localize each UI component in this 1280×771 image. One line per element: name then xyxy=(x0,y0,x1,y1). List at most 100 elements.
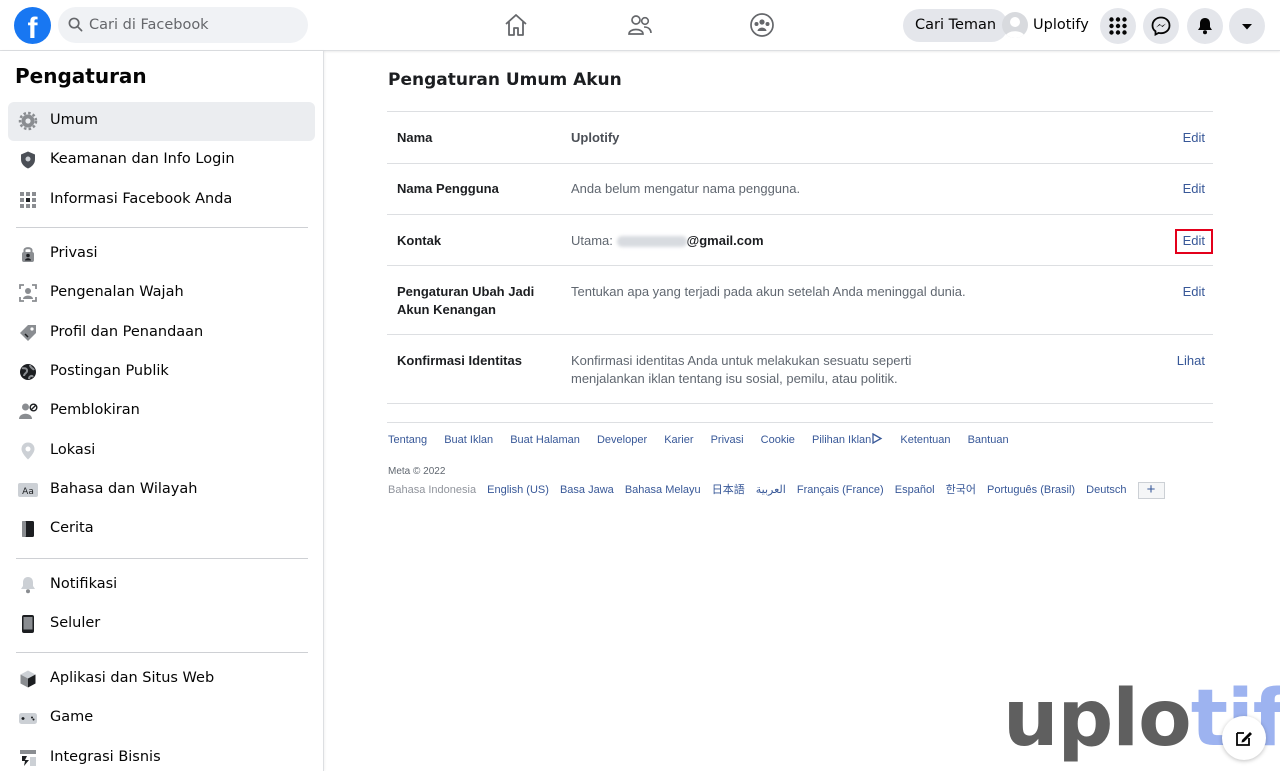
sidebar-item-integrasi-bisnis[interactable]: Integrasi Bisnis xyxy=(8,739,315,771)
sidebar-item-label: Pemblokiran xyxy=(50,402,140,418)
footer-link[interactable]: Cookie xyxy=(761,434,795,446)
settings-row-nama[interactable]: Nama Uplotify Edit xyxy=(387,112,1213,164)
sidebar-item-umum[interactable]: Umum xyxy=(8,102,315,141)
row-label: Nama Pengguna xyxy=(397,181,499,196)
sidebar-item-label: Pengenalan Wajah xyxy=(50,284,184,300)
block-user-icon xyxy=(19,403,38,419)
footer-link[interactable]: Pilihan Iklan xyxy=(812,434,871,446)
messenger-button[interactable] xyxy=(1143,8,1179,44)
sidebar-item-label: Cerita xyxy=(50,520,94,536)
avatar xyxy=(1002,12,1028,38)
language-link[interactable]: Español xyxy=(895,484,935,496)
language-link[interactable]: العربية xyxy=(756,484,786,496)
settings-row-kontak[interactable]: Kontak Utama: @gmail.com Edit xyxy=(387,215,1213,266)
language-link[interactable]: Basa Jawa xyxy=(560,484,614,496)
footer: Tentang Buat Iklan Buat Halaman Develope… xyxy=(387,422,1213,499)
footer-link[interactable]: Buat Halaman xyxy=(510,434,580,446)
sidebar-item-lokasi[interactable]: Lokasi xyxy=(8,432,315,471)
settings-row-nama-pengguna[interactable]: Nama Pengguna Anda belum mengatur nama p… xyxy=(387,164,1213,215)
language-link[interactable]: Português (Brasil) xyxy=(987,484,1075,496)
caret-down-icon xyxy=(1242,24,1252,30)
row-label: Konfirmasi Identitas xyxy=(397,353,522,368)
language-link[interactable]: Deutsch xyxy=(1086,484,1126,496)
footer-link[interactable]: Developer xyxy=(597,434,647,446)
home-icon[interactable] xyxy=(503,12,529,38)
copyright: Meta © 2022 xyxy=(388,466,446,477)
search-input[interactable]: Cari di Facebook xyxy=(58,7,308,43)
account-menu-button[interactable] xyxy=(1229,8,1265,44)
sidebar-item-cerita[interactable]: Cerita xyxy=(8,510,315,549)
sidebar-item-bahasa[interactable]: Aa Bahasa dan Wilayah xyxy=(8,471,315,510)
edit-memorialization-link[interactable]: Edit xyxy=(1183,283,1205,301)
settings-row-konfirmasi-identitas[interactable]: Konfirmasi Identitas Konfirmasi identita… xyxy=(387,335,1213,404)
top-bar: f Cari di Facebook Cari Teman Uplotify xyxy=(0,0,1280,51)
footer-link[interactable]: Bantuan xyxy=(968,434,1009,446)
more-languages-button[interactable]: + xyxy=(1137,481,1165,499)
row-value: Tentukan apa yang terjadi pada akun sete… xyxy=(571,284,966,299)
groups-icon[interactable] xyxy=(749,12,775,38)
sidebar-divider xyxy=(16,558,308,559)
language-link[interactable]: Bahasa Melayu xyxy=(625,484,701,496)
footer-link[interactable]: Tentang xyxy=(388,434,427,446)
menu-button[interactable] xyxy=(1100,8,1136,44)
sidebar-item-label: Lokasi xyxy=(50,442,96,458)
email-domain: @gmail.com xyxy=(686,233,764,248)
settings-sidebar: Pengaturan Umum Keamanan dan Info Login … xyxy=(0,51,324,771)
location-pin-icon xyxy=(21,442,35,460)
sidebar-item-profil[interactable]: Profil dan Penandaan xyxy=(8,314,315,353)
sidebar-item-label: Postingan Publik xyxy=(50,363,169,379)
sidebar-item-postingan-publik[interactable]: Postingan Publik xyxy=(8,353,315,392)
find-friends-button[interactable]: Cari Teman xyxy=(903,9,1009,42)
language-link[interactable]: 日本語 xyxy=(712,484,745,496)
facebook-logo-icon[interactable]: f xyxy=(14,7,51,44)
footer-links: Tentang Buat Iklan Buat Halaman Develope… xyxy=(388,432,1023,446)
sidebar-item-informasi[interactable]: Informasi Facebook Anda xyxy=(8,181,315,220)
row-label: Pengaturan Ubah Jadi Akun Kenangan xyxy=(397,284,535,317)
new-message-button[interactable] xyxy=(1222,716,1266,760)
row-label: Nama xyxy=(397,130,433,145)
search-icon xyxy=(68,17,83,32)
notifications-button[interactable] xyxy=(1187,8,1223,44)
sidebar-item-pemblokiran[interactable]: Pemblokiran xyxy=(8,392,315,431)
sidebar-item-game[interactable]: Game xyxy=(8,699,315,738)
sidebar-item-seluler[interactable]: Seluler xyxy=(8,605,315,644)
settings-row-akun-kenangan[interactable]: Pengaturan Ubah Jadi Akun Kenangan Tentuk… xyxy=(387,266,1213,335)
gamepad-icon xyxy=(19,713,37,724)
compose-icon xyxy=(1236,732,1252,746)
adchoices-icon xyxy=(872,432,883,445)
language-icon: Aa xyxy=(18,483,38,497)
blurred-email xyxy=(616,236,687,248)
sidebar-item-keamanan[interactable]: Keamanan dan Info Login xyxy=(8,141,315,180)
search-placeholder: Cari di Facebook xyxy=(89,17,209,33)
language-link[interactable]: Français (France) xyxy=(797,484,884,496)
footer-link[interactable]: Buat Iklan xyxy=(444,434,493,446)
sidebar-item-notifikasi[interactable]: Notifikasi xyxy=(8,566,315,605)
row-value: Konfirmasi identitas Anda untuk melakuka… xyxy=(571,353,912,386)
lock-person-icon xyxy=(22,247,34,262)
sidebar-item-aplikasi[interactable]: Aplikasi dan Situs Web xyxy=(8,660,315,699)
face-scan-icon xyxy=(19,284,37,302)
footer-link[interactable]: Ketentuan xyxy=(900,434,950,446)
sidebar-item-pengenalan-wajah[interactable]: Pengenalan Wajah xyxy=(8,274,315,313)
sidebar-item-label: Game xyxy=(50,709,94,725)
sidebar-item-privasi[interactable]: Privasi xyxy=(8,235,315,274)
bell-icon xyxy=(21,577,35,594)
sidebar-item-label: Umum xyxy=(50,112,99,128)
messenger-icon xyxy=(1151,16,1171,36)
footer-link[interactable]: Privasi xyxy=(711,434,744,446)
language-link[interactable]: 한국어 xyxy=(946,484,976,496)
account-settings-table: Nama Uplotify Edit Nama Pengguna Anda be… xyxy=(387,111,1213,404)
edit-name-link[interactable]: Edit xyxy=(1183,129,1205,147)
globe-icon xyxy=(20,364,36,380)
footer-link[interactable]: Karier xyxy=(664,434,693,446)
contact-prefix: Utama: xyxy=(571,233,613,248)
language-list: Bahasa Indonesia English (US) Basa Jawa … xyxy=(388,481,1173,499)
row-value: Utama: @gmail.com xyxy=(571,232,764,250)
edit-username-link[interactable]: Edit xyxy=(1183,180,1205,198)
sidebar-item-label: Bahasa dan Wilayah xyxy=(50,481,198,497)
view-identity-link[interactable]: Lihat xyxy=(1177,352,1205,370)
friends-icon[interactable] xyxy=(627,12,653,38)
language-link[interactable]: English (US) xyxy=(487,484,549,496)
sidebar-item-label: Privasi xyxy=(50,245,98,261)
sidebar-item-label: Profil dan Penandaan xyxy=(50,324,204,340)
